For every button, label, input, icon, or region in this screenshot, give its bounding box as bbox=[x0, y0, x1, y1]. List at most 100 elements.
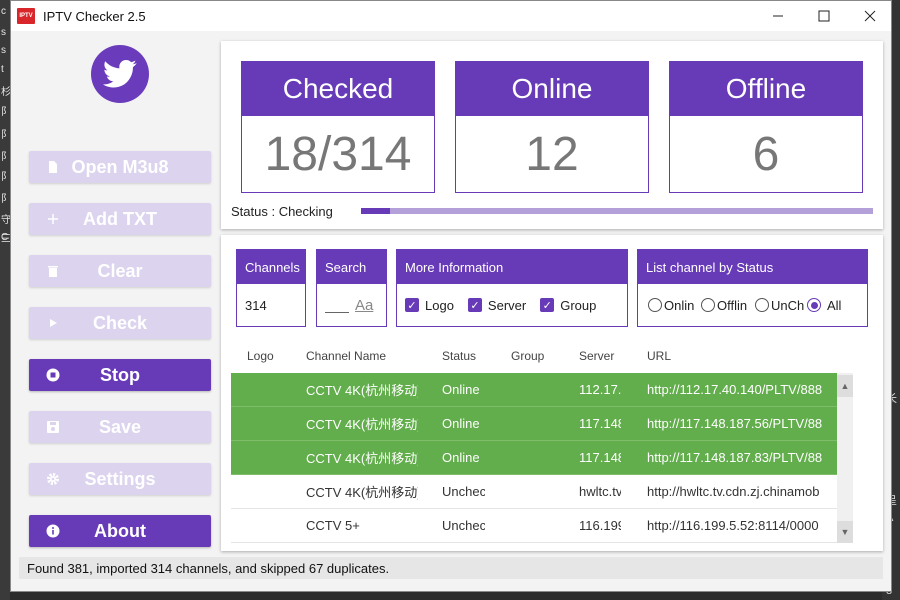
table-row[interactable]: CCTV 5+ Unchec 116.199 http://116.199.5.… bbox=[231, 509, 837, 543]
check-button[interactable]: Check bbox=[29, 307, 211, 339]
table-row[interactable]: CCTV 4K(杭州移动) Unchec hwltc.tv http://hwl… bbox=[231, 475, 837, 509]
unchecked-radio[interactable]: UnCh bbox=[755, 298, 807, 313]
search-box: Search Aa bbox=[316, 249, 387, 327]
table-row[interactable]: CCTV 4K(杭州移动) Online 117.148 http://117.… bbox=[231, 407, 837, 441]
desktop-text: s bbox=[1, 45, 6, 56]
cell-group bbox=[511, 475, 571, 508]
maximize-icon bbox=[818, 10, 830, 22]
status-text: Status : Checking bbox=[231, 204, 333, 219]
about-button[interactable]: About bbox=[29, 515, 211, 547]
status-filter-options: Onlin Offlin UnCh All bbox=[638, 284, 867, 326]
unchecked-radio-label: UnCh bbox=[771, 297, 805, 313]
match-case-icon[interactable]: Aa bbox=[355, 297, 373, 314]
cell-logo bbox=[247, 509, 297, 542]
server-checkbox[interactable]: ✓ Server bbox=[467, 297, 527, 313]
cell-server: hwltc.tv bbox=[579, 484, 621, 499]
online-radio[interactable]: Onlin bbox=[648, 298, 701, 313]
desktop-text: 阝 bbox=[1, 152, 10, 163]
cell-channel-name: CCTV 4K(杭州移动) bbox=[306, 485, 418, 500]
minimize-icon bbox=[773, 15, 783, 17]
cell-url: http://117.148.187.56/PLTV/88 bbox=[647, 416, 823, 431]
status-bar: Found 381, imported 314 channels, and sk… bbox=[19, 557, 883, 579]
cell-status: Online bbox=[442, 450, 480, 465]
open-m3u8-button[interactable]: Open M3u8 bbox=[29, 151, 211, 183]
progress-fill bbox=[361, 208, 391, 214]
cell-url: http://117.148.187.83/PLTV/88 bbox=[647, 450, 823, 465]
more-information-options: ✓ Logo ✓ Server ✓ Group bbox=[397, 284, 627, 326]
offline-heading: Offline bbox=[670, 62, 862, 116]
table-row[interactable]: CCTV 4K(杭州移动) Online 112.17. http://112.… bbox=[231, 373, 837, 407]
all-radio[interactable]: All bbox=[807, 298, 841, 313]
table-row[interactable]: CCTV 4K(杭州移动) Online 117.148 http://117.… bbox=[231, 441, 837, 475]
desktop-text: C bbox=[1, 232, 9, 243]
clear-button[interactable]: Clear bbox=[29, 255, 211, 287]
twitter-bird-icon[interactable] bbox=[91, 45, 149, 103]
maximize-button[interactable] bbox=[801, 1, 847, 31]
cell-channel-name: CCTV 4K(杭州移动) bbox=[306, 451, 418, 466]
stats-card: Checked 18/314 Online 12 Offline 6 Statu… bbox=[221, 41, 883, 229]
play-icon bbox=[45, 315, 61, 331]
offline-radio-label: Offlin bbox=[717, 297, 748, 313]
cell-status: Online bbox=[442, 416, 480, 431]
cell-logo bbox=[247, 475, 297, 508]
server-checkbox-label: Server bbox=[487, 297, 527, 313]
stop-icon bbox=[45, 367, 61, 383]
cell-url: http://112.17.40.140/PLTV/888 bbox=[647, 382, 823, 397]
column-header-logo[interactable]: Logo bbox=[247, 339, 297, 373]
all-radio-label: All bbox=[827, 297, 842, 313]
desktop-text: c bbox=[1, 6, 6, 17]
desktop-text: 阝 bbox=[1, 130, 10, 141]
desktop-text: 守 bbox=[1, 215, 10, 226]
cell-server: 117.148 bbox=[579, 450, 621, 465]
stop-button[interactable]: Stop bbox=[29, 359, 211, 391]
checkmark-icon: ✓ bbox=[467, 298, 482, 312]
channels-heading: Channels bbox=[237, 250, 305, 284]
cell-group bbox=[511, 441, 571, 474]
column-header-group[interactable]: Group bbox=[511, 339, 571, 373]
cell-status: Online bbox=[442, 382, 480, 397]
cell-url: http://hwltc.tv.cdn.zj.chinamob bbox=[647, 484, 820, 499]
settings-button[interactable]: Settings bbox=[29, 463, 211, 495]
cell-status: Unchec bbox=[442, 518, 485, 533]
checkmark-icon: ✓ bbox=[405, 298, 419, 312]
offline-radio[interactable]: Offlin bbox=[701, 298, 755, 313]
status-filter-heading: List channel by Status bbox=[638, 250, 867, 284]
scroll-down-icon[interactable]: ▼ bbox=[837, 521, 853, 543]
radio-icon bbox=[701, 298, 715, 312]
file-icon bbox=[45, 159, 61, 175]
plus-icon bbox=[45, 211, 61, 227]
cell-group bbox=[511, 407, 571, 440]
radio-icon bbox=[755, 298, 769, 312]
save-button[interactable]: Save bbox=[29, 411, 211, 443]
scroll-up-icon[interactable]: ▲ bbox=[837, 375, 853, 397]
search-heading: Search bbox=[317, 250, 386, 284]
search-field[interactable] bbox=[325, 297, 349, 313]
trash-icon bbox=[45, 263, 61, 279]
search-input[interactable]: Aa bbox=[317, 284, 386, 326]
app-window: IPTV IPTV Checker 2.5 Open M3u8 Add TXT bbox=[10, 0, 892, 592]
cell-group bbox=[511, 373, 571, 406]
info-icon bbox=[45, 523, 61, 539]
column-header-server[interactable]: Server bbox=[579, 339, 639, 373]
group-checkbox[interactable]: ✓ Group bbox=[540, 298, 596, 313]
cell-group bbox=[511, 509, 571, 542]
column-header-url[interactable]: URL bbox=[647, 339, 707, 373]
group-checkbox-label: Group bbox=[560, 297, 597, 313]
minimize-button[interactable] bbox=[755, 1, 801, 31]
cell-logo bbox=[247, 373, 297, 406]
column-header-status[interactable]: Status bbox=[442, 339, 502, 373]
vertical-scrollbar[interactable]: ▲ ▼ bbox=[837, 373, 853, 543]
desktop-text: 阝 bbox=[1, 194, 10, 205]
column-header-channel-name[interactable]: Channel Name bbox=[306, 339, 426, 373]
add-txt-button[interactable]: Add TXT bbox=[29, 203, 211, 235]
logo-checkbox[interactable]: ✓ Logo bbox=[405, 298, 454, 313]
close-button[interactable] bbox=[847, 1, 893, 31]
checkmark-icon: ✓ bbox=[540, 298, 555, 312]
channels-count-box: Channels 314 bbox=[236, 249, 306, 327]
more-information-heading: More Information bbox=[397, 250, 627, 284]
gear-icon bbox=[45, 471, 61, 487]
desktop-text: s bbox=[1, 27, 6, 38]
cell-logo bbox=[247, 441, 297, 474]
desktop-left-edge: c s s t 杉 阝 阝 阝 阝 阝 守 三 C bbox=[0, 0, 10, 600]
title-bar[interactable]: IPTV IPTV Checker 2.5 bbox=[11, 1, 891, 31]
